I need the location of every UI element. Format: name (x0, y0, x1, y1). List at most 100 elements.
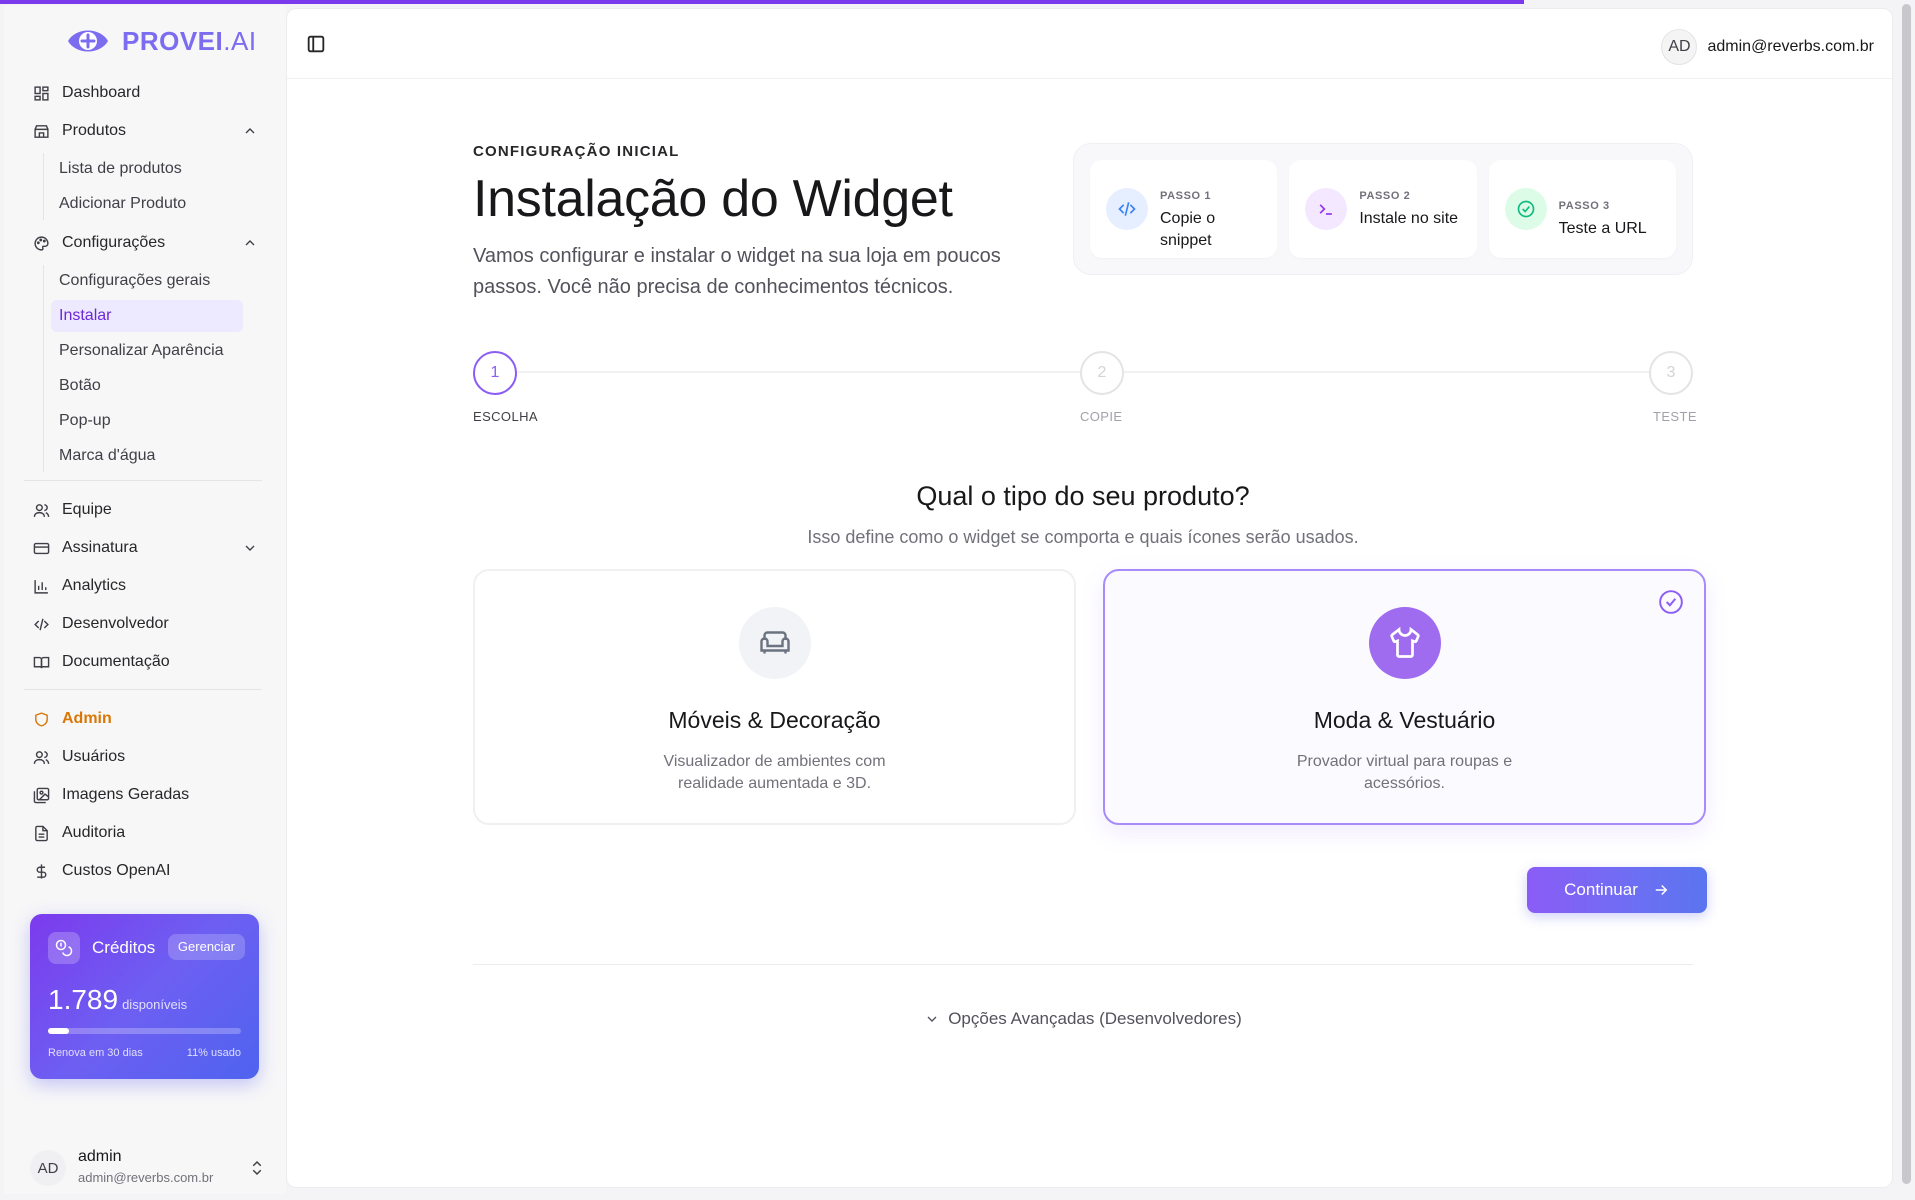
sidebar-item-configuracoes-gerais[interactable]: Configurações gerais (51, 265, 243, 297)
chevron-down-icon (245, 545, 255, 551)
sidebar-item-documentacao[interactable]: Documentação (24, 643, 266, 681)
step-overview-label: PASSO 1 (1160, 190, 1212, 202)
sidebar-item-label: Assinatura (62, 539, 138, 556)
sidebar-item-label: Analytics (62, 577, 127, 594)
images-icon (32, 786, 50, 804)
credits-value: 1.789 disponíveis (48, 984, 187, 1016)
sidebar-item-equipe[interactable]: Equipe (24, 491, 266, 529)
chevron-down-icon (927, 1016, 937, 1022)
sidebar-item-label: Dashboard (62, 84, 141, 101)
code-icon (1106, 188, 1148, 230)
step-overview-3: PASSO 3 Teste a URL (1488, 160, 1676, 258)
credits-usage-fill (48, 1028, 70, 1034)
option-card-moveis[interactable]: Móveis & Decoração Visualizador de ambie… (473, 569, 1076, 825)
sidebar: PROVEI.AI Dashboard Produtos Lista de pr… (4, 6, 286, 1194)
sidebar-item-assinatura[interactable]: Assinatura (24, 529, 266, 567)
arrow-right-icon (1655, 884, 1668, 896)
option-card-moda[interactable]: Moda & Vestuário Provador virtual para r… (1103, 569, 1706, 825)
progress-stepper: 1 2 3 ESCOLHA COPIE TESTE (473, 349, 1697, 429)
credits-card: Créditos Gerenciar 1.789 disponíveis Reno… (30, 914, 259, 1079)
dollar-icon (32, 862, 50, 880)
book-icon (32, 653, 50, 671)
eye-logo-icon (68, 30, 108, 52)
page-title: Instalação do Widget (473, 170, 953, 228)
dashboard-icon (32, 84, 50, 102)
check-circle-icon (1504, 188, 1547, 230)
sidebar-item-marca-dagua[interactable]: Marca d'água (51, 440, 243, 472)
shirt-icon (1368, 607, 1441, 679)
sidebar-item-personalizar-aparencia[interactable]: Personalizar Aparência (51, 335, 243, 367)
user-email: admin@reverbs.com.br (78, 1170, 214, 1185)
sidebar-divider (24, 480, 262, 481)
configuracoes-submenu: Configurações gerais Instalar Personaliz… (43, 265, 266, 472)
question-title: Qual o tipo do seu produto? (916, 481, 1250, 511)
user-menu[interactable]: AD admin admin@reverbs.com.br (30, 1146, 266, 1190)
sidebar-item-label: Usuários (62, 748, 126, 765)
sidebar-item-label: Custos OpenAI (62, 862, 171, 879)
palette-icon (32, 234, 50, 252)
stepper-label-3: TESTE (1653, 409, 1697, 424)
sidebar-item-label: Imagens Geradas (62, 786, 190, 803)
sidebar-item-dashboard[interactable]: Dashboard (24, 74, 266, 112)
stepper-step-3: 3 (1649, 351, 1693, 395)
user-name: admin (78, 1148, 122, 1165)
sidebar-item-label: Desenvolvedor (62, 615, 169, 632)
option-description: Visualizador de ambientes com realidade … (663, 753, 886, 792)
continue-button[interactable]: Continuar (1527, 867, 1707, 913)
step-overview-label: PASSO 2 (1359, 190, 1411, 202)
users-icon (32, 501, 50, 519)
sidebar-nav: Dashboard Produtos Lista de produtos Adi… (24, 74, 266, 890)
sidebar-item-imagens-geradas[interactable]: Imagens Geradas (24, 776, 266, 814)
sidebar-item-custos-openai[interactable]: Custos OpenAI (24, 852, 266, 890)
sidebar-item-instalar[interactable]: Instalar (51, 300, 243, 332)
credits-amount: 1.789 (48, 984, 119, 1015)
sidebar-item-produtos[interactable]: Produtos (24, 112, 266, 150)
chevron-up-icon (245, 128, 255, 134)
shield-icon (32, 710, 50, 728)
sidebar-item-usuarios[interactable]: Usuários (24, 738, 266, 776)
sidebar-section-admin: Admin (24, 700, 266, 738)
sidebar-item-adicionar-produto[interactable]: Adicionar Produto (51, 188, 243, 220)
scrollbar-thumb[interactable] (1902, 4, 1911, 1184)
step-overview-2: PASSO 2 Instale no site (1289, 160, 1477, 258)
sidebar-item-label: Auditoria (62, 824, 126, 841)
credit-card-icon (32, 539, 50, 557)
stepper-label-1: ESCOLHA (473, 409, 538, 424)
sidebar-item-analytics[interactable]: Analytics (24, 567, 266, 605)
brand-logo[interactable]: PROVEI.AI (64, 18, 257, 64)
page-loading-fill (0, 0, 1525, 4)
option-title: Móveis & Decoração (668, 707, 881, 733)
sidebar-item-label: Documentação (62, 653, 170, 670)
manage-credits-button[interactable]: Gerenciar (167, 934, 245, 960)
advanced-options-toggle[interactable]: Opções Avançadas (Desenvolvedores) (473, 1009, 1693, 1029)
page-scrollbar[interactable] (1897, 0, 1915, 1200)
sidebar-item-lista-produtos[interactable]: Lista de produtos (51, 153, 243, 185)
continue-label: Continuar (1564, 880, 1638, 899)
top-user-menu[interactable]: AD admin@reverbs.com.br (1661, 29, 1874, 65)
admin-section-label: Admin (62, 710, 112, 727)
question-subtitle: Isso define como o widget se comporta e … (807, 527, 1359, 547)
sidebar-item-botao[interactable]: Botão (51, 370, 243, 402)
page-loading-bar (0, 0, 1915, 4)
users-icon (32, 748, 50, 766)
step-overview-1: PASSO 1 Copie o snippet (1090, 160, 1278, 258)
sidebar-item-configuracoes[interactable]: Configurações (24, 224, 266, 262)
avatar: AD (1661, 29, 1698, 65)
step-overview-text: Teste a URL (1558, 220, 1647, 237)
stepper-step-1: 1 (473, 351, 517, 395)
sidebar-item-auditoria[interactable]: Auditoria (24, 814, 266, 852)
step-overview-label: PASSO 3 (1558, 200, 1610, 212)
page-description: Vamos configurar e instalar o widget na … (473, 245, 1001, 298)
chevron-up-icon (245, 240, 255, 246)
sidebar-toggle-icon[interactable] (305, 33, 327, 55)
sidebar-item-popup[interactable]: Pop-up (51, 405, 243, 437)
terminal-icon (1305, 188, 1348, 230)
coins-icon (48, 932, 80, 964)
option-description: Provador virtual para roupas e acessório… (1296, 753, 1513, 792)
sidebar-item-label: Produtos (62, 122, 127, 139)
chevrons-up-down-icon (252, 1160, 262, 1176)
sidebar-item-desenvolvedor[interactable]: Desenvolvedor (24, 605, 266, 643)
stepper-label-2: COPIE (1080, 409, 1123, 424)
top-user-email: admin@reverbs.com.br (1707, 38, 1874, 55)
check-circle-icon (1659, 590, 1683, 614)
